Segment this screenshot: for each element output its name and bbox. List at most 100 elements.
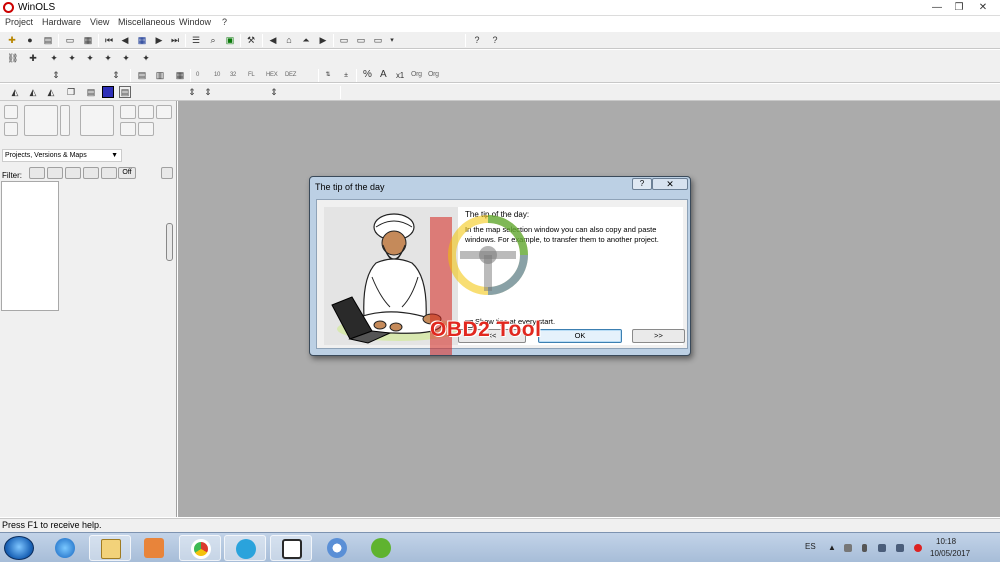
clock-date[interactable]: 10/05/2017 (930, 549, 970, 558)
panel-btn-6[interactable] (120, 105, 136, 119)
menu-miscellaneous[interactable]: Miscellaneous (118, 17, 175, 27)
open-icon[interactable]: ● (24, 34, 36, 46)
battery-icon[interactable] (862, 544, 867, 552)
menu-hardware[interactable]: Hardware (42, 17, 81, 27)
taskbar-media[interactable] (133, 535, 175, 561)
panel-btn-1[interactable] (4, 105, 18, 119)
scrollbar-thumb[interactable] (166, 223, 173, 261)
map-zoom-icon[interactable]: ✦ (140, 52, 152, 64)
float-label[interactable]: FL (248, 72, 255, 78)
restore-button[interactable]: ❐ (948, 2, 970, 14)
menu-window[interactable]: Window (179, 17, 211, 27)
close-button[interactable]: ✕ (972, 2, 994, 14)
project-list[interactable] (1, 181, 59, 311)
chart2-icon[interactable]: ◭ (27, 86, 39, 98)
tree-icon[interactable]: ☰ (190, 34, 202, 46)
window-icon[interactable]: ▭ (64, 34, 76, 46)
panel-btn-9[interactable] (120, 122, 136, 136)
copy-icon[interactable]: ❐ (65, 86, 77, 98)
next-tip-button[interactable]: >> (632, 329, 685, 343)
hex-label[interactable]: HEX (266, 72, 278, 78)
percent-button[interactable]: % (363, 69, 372, 80)
volume-icon[interactable] (896, 544, 904, 552)
map-nav3-icon[interactable]: ✦ (84, 52, 96, 64)
panel-btn-2[interactable] (4, 122, 18, 136)
width-32-label[interactable]: 32 (230, 72, 236, 78)
format2-icon[interactable]: ▭ (355, 34, 367, 46)
menu-view[interactable]: View (90, 17, 109, 27)
color-select-icon[interactable] (102, 86, 114, 98)
factor-button[interactable]: x1 (396, 71, 404, 80)
network-icon[interactable] (878, 544, 886, 552)
dialog-close-button[interactable]: ✕ (652, 178, 688, 190)
column-view-icon[interactable]: ▥ (154, 69, 166, 81)
width-16-label[interactable]: 10 (214, 72, 220, 78)
print-icon[interactable]: ▤ (42, 34, 54, 46)
checksum-icon[interactable]: ▣ (224, 34, 236, 46)
map-nav1-icon[interactable]: ✦ (48, 52, 60, 64)
hilo-icon[interactable]: ⇅ (322, 69, 334, 81)
tray-arrow-icon[interactable]: ▲ (828, 543, 836, 552)
map-nav5-icon[interactable]: ✦ (120, 52, 132, 64)
taskbar-chrome[interactable] (179, 535, 221, 561)
chart3-icon[interactable]: ◭ (45, 86, 57, 98)
taskbar-ie[interactable] (44, 535, 86, 561)
tools-icon[interactable]: ⚒ (245, 34, 257, 46)
spin3-icon[interactable]: ⇕ (268, 86, 280, 98)
dropdown-icon[interactable]: ▾ (386, 34, 398, 46)
find-icon[interactable]: ⌕ (207, 34, 219, 46)
menu-project[interactable]: Project (5, 17, 33, 27)
dialog-help-button[interactable]: ? (632, 178, 652, 190)
window-list-icon[interactable]: ▦ (82, 34, 94, 46)
filter-btn-extra[interactable] (161, 167, 173, 179)
filter-btn-4[interactable] (83, 167, 99, 179)
taskbar-winols[interactable] (270, 535, 312, 561)
filter-btn-5[interactable] (101, 167, 117, 179)
panel-btn-5[interactable] (80, 105, 114, 136)
last-icon[interactable]: ⏭ (169, 34, 181, 46)
context-help-icon[interactable]: ? (489, 34, 501, 46)
flag-icon[interactable] (844, 544, 852, 552)
menu-help[interactable]: ? (222, 17, 227, 27)
map-nav4-icon[interactable]: ✦ (102, 52, 114, 64)
spin-mid-icon[interactable]: ⇕ (110, 69, 122, 81)
link-icon[interactable]: ⛓ (6, 52, 18, 64)
project-view-select[interactable]: Projects, Versions & Maps ▼ (2, 149, 122, 162)
original-button[interactable]: Org (411, 71, 422, 78)
info-icon[interactable]: ? (471, 34, 483, 46)
panel-btn-10[interactable] (138, 122, 154, 136)
home-icon[interactable]: ⌂ (283, 34, 295, 46)
next-icon[interactable]: ▶ (153, 34, 165, 46)
language-indicator[interactable]: ES (805, 542, 816, 551)
map-nav2-icon[interactable]: ✦ (66, 52, 78, 64)
ok-button[interactable]: OK (538, 329, 622, 343)
filter-off-button[interactable]: Off (118, 167, 136, 179)
map-icon[interactable]: ✚ (27, 52, 39, 64)
new-project-icon[interactable]: ✚ (6, 34, 18, 46)
sign-icon[interactable]: ± (340, 69, 352, 81)
layout2-icon[interactable]: ▤ (119, 86, 131, 98)
taskbar-chrome-alt[interactable] (316, 535, 358, 561)
panel-btn-4[interactable] (60, 105, 70, 136)
taskbar-explorer[interactable] (89, 535, 131, 561)
taskbar-telegram[interactable] (224, 535, 266, 561)
panel-btn-8[interactable] (156, 105, 172, 119)
taskbar-utorrent[interactable] (360, 535, 402, 561)
original2-button[interactable]: Org (428, 71, 439, 78)
prev-icon[interactable]: ◀ (119, 34, 131, 46)
filter-btn-3[interactable] (65, 167, 81, 179)
minimize-button[interactable]: — (926, 2, 948, 14)
antivirus-icon[interactable] (914, 544, 922, 552)
spin1-icon[interactable]: ⇕ (186, 86, 198, 98)
format3-icon[interactable]: ▭ (372, 34, 384, 46)
filter-btn-1[interactable] (29, 167, 45, 179)
chart1-icon[interactable]: ◭ (9, 86, 21, 98)
dec-label[interactable]: DEZ (285, 72, 296, 78)
filter-btn-2[interactable] (47, 167, 63, 179)
start-button[interactable] (4, 536, 34, 560)
spin2-icon[interactable]: ⇕ (202, 86, 214, 98)
panel-btn-3[interactable] (24, 105, 58, 136)
table-view-icon[interactable]: ▦ (174, 69, 186, 81)
forward-icon[interactable]: ▶ (317, 34, 329, 46)
layout1-icon[interactable]: ▤ (85, 86, 97, 98)
